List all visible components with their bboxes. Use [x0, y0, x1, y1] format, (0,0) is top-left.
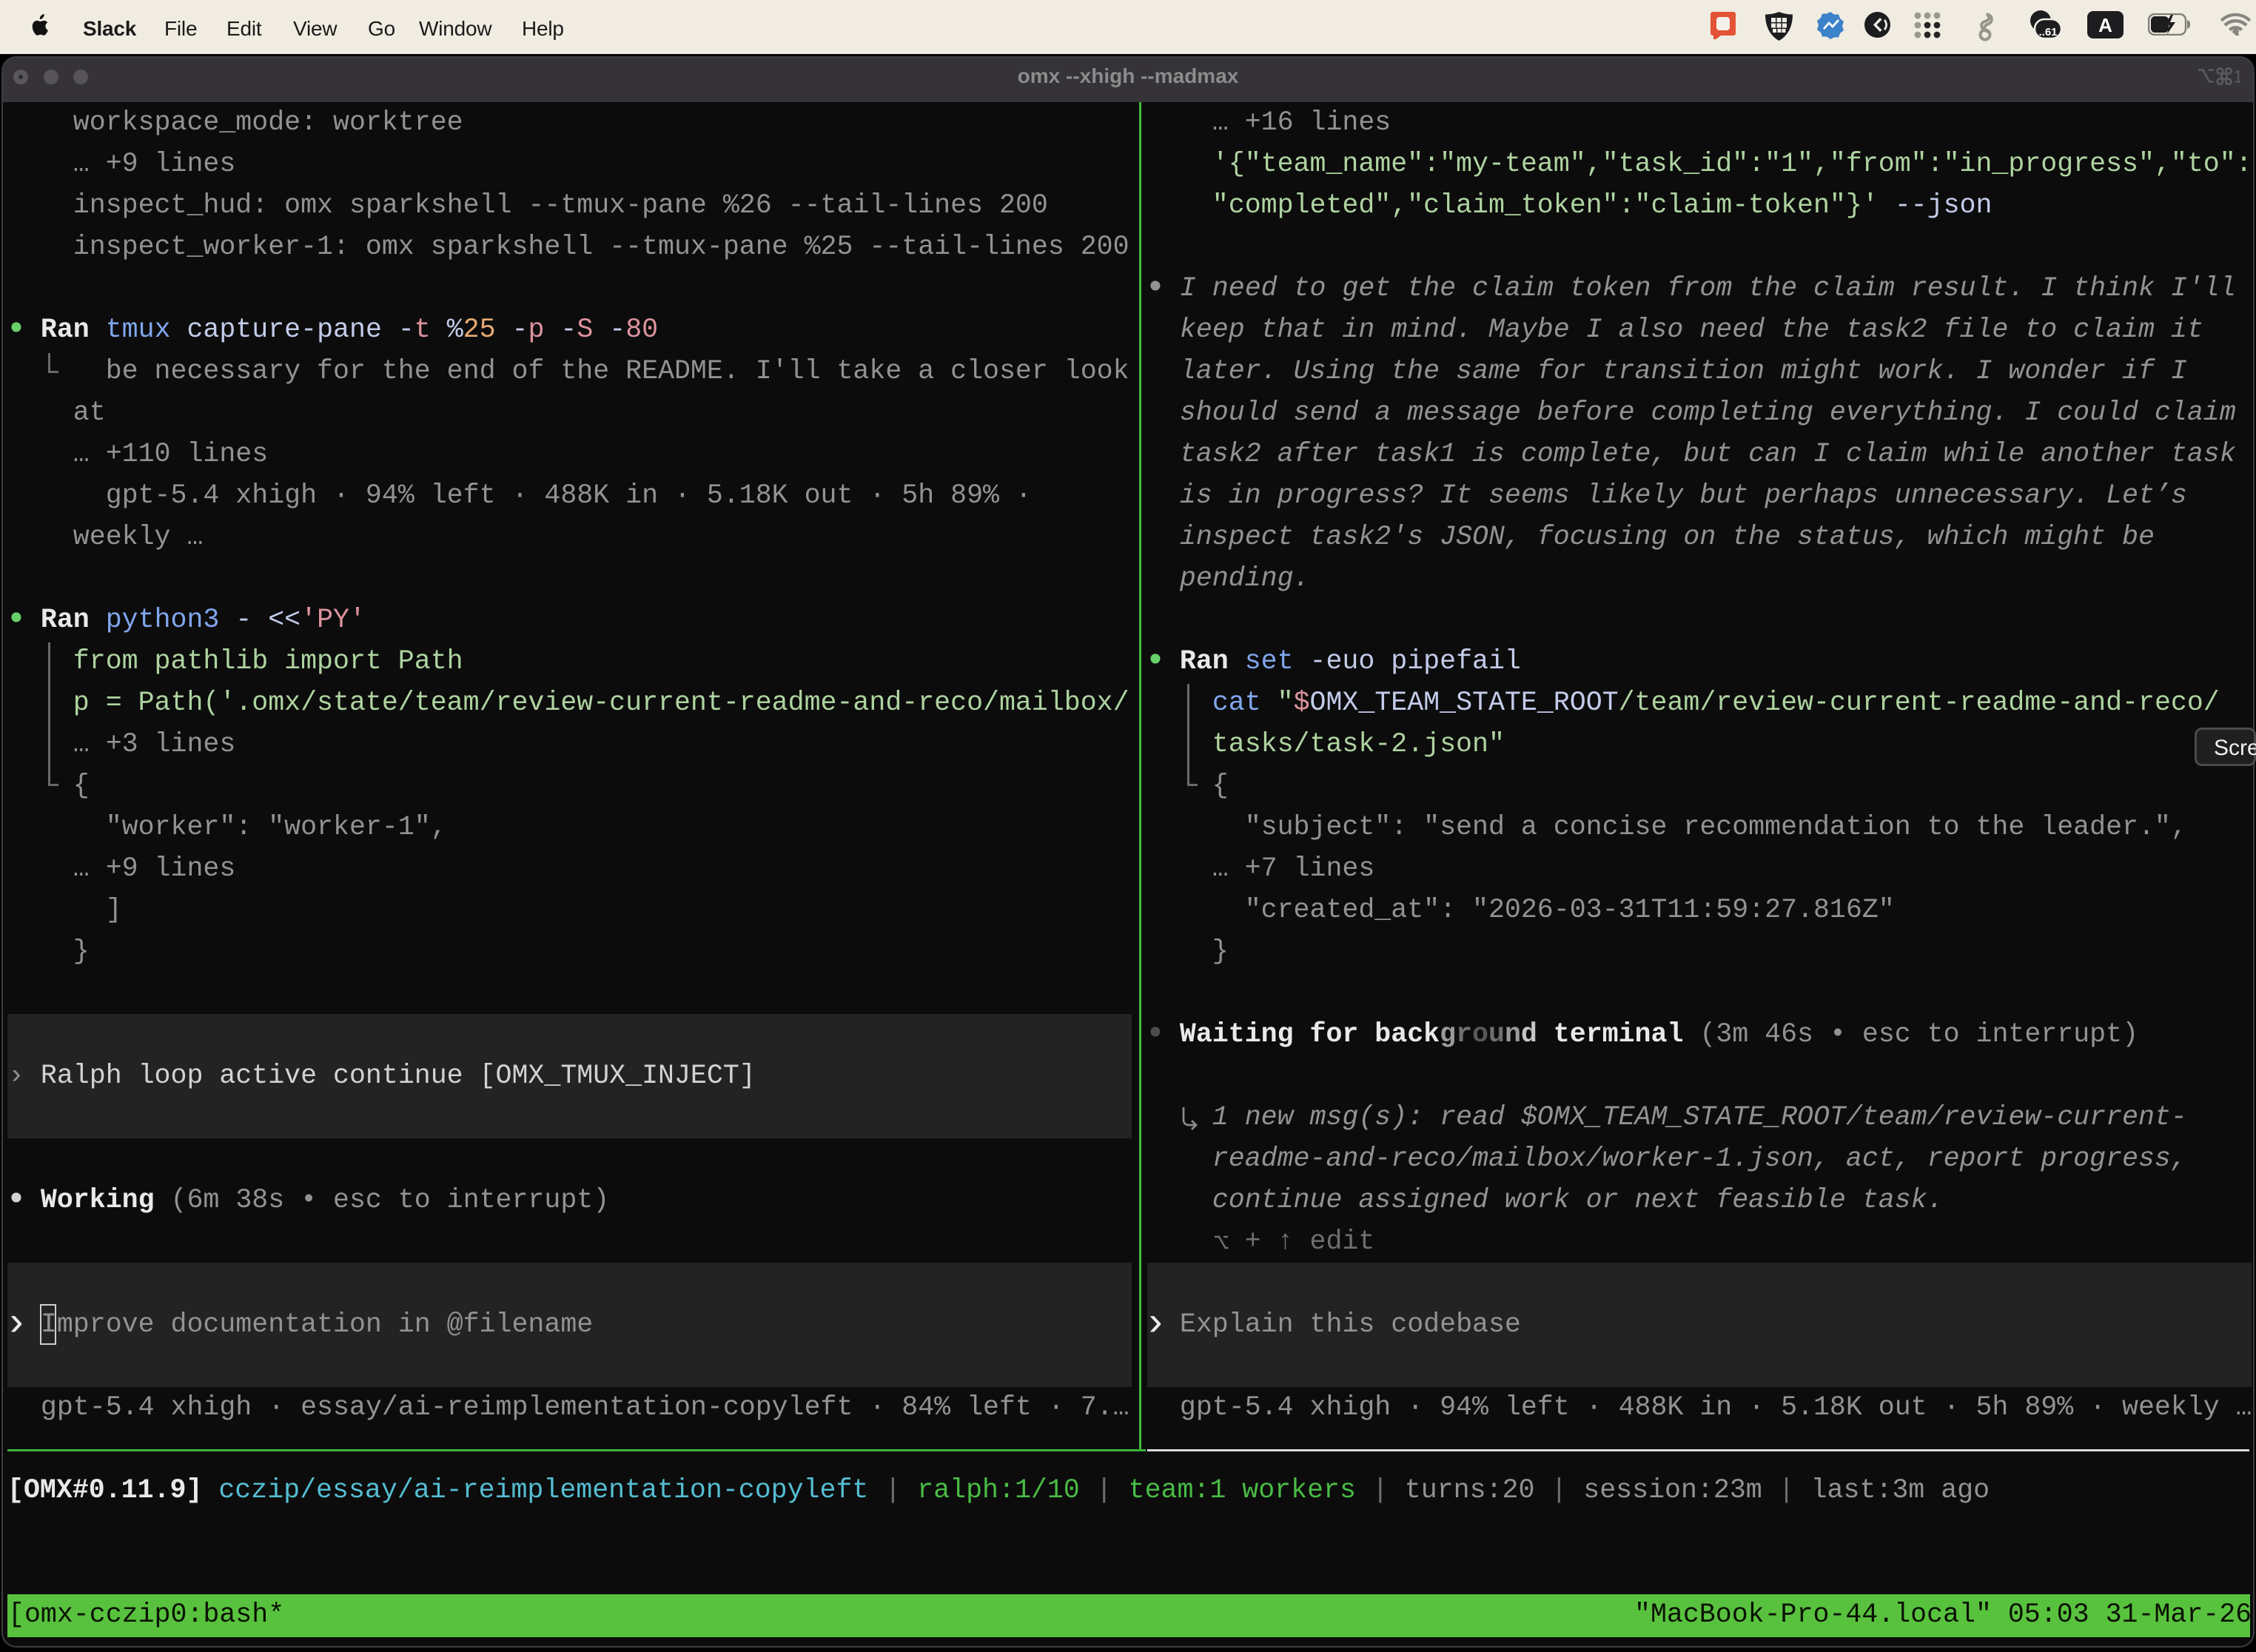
svg-text:..61: ..61: [2038, 26, 2057, 38]
svg-text:1: 1: [2233, 67, 2240, 87]
svg-text:A: A: [2098, 14, 2112, 36]
